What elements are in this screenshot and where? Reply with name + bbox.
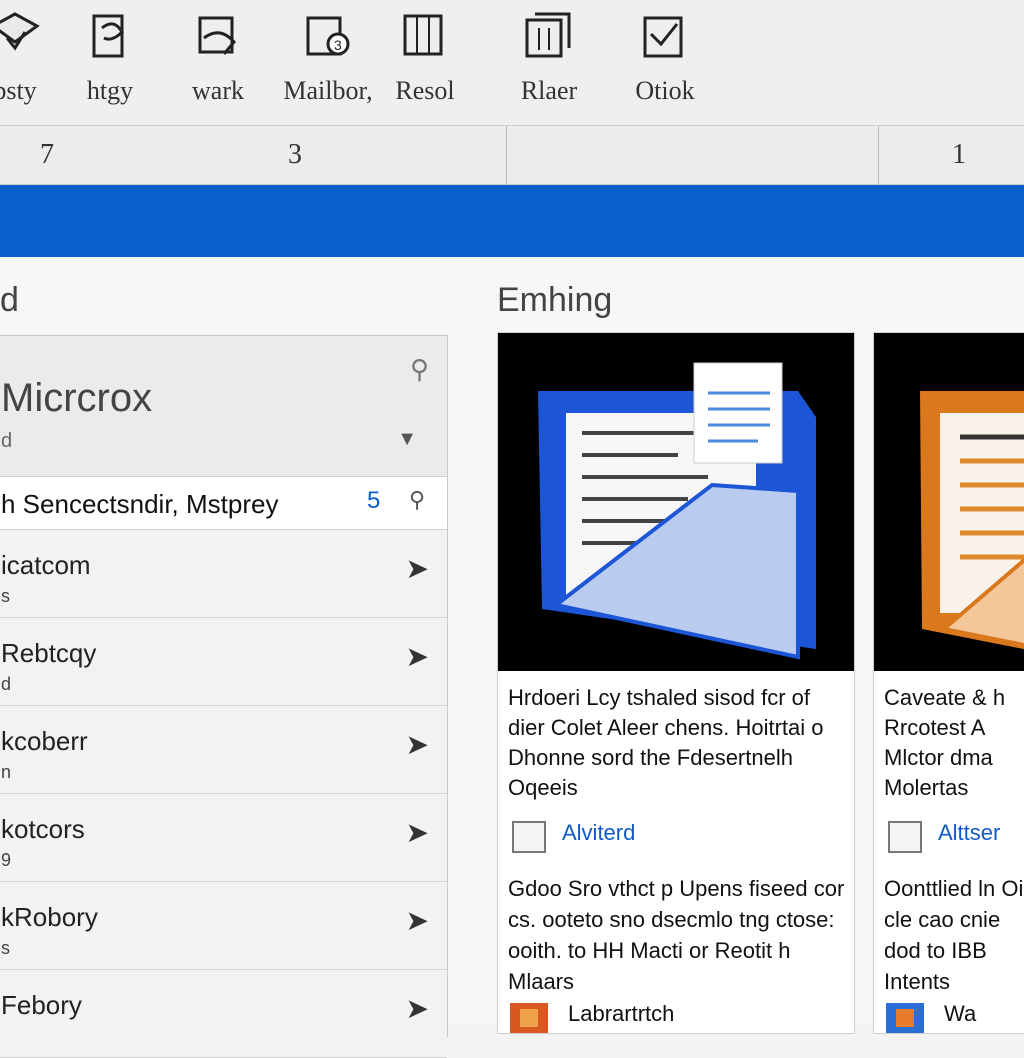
card-thumbnail bbox=[874, 333, 1024, 671]
card-checkbox[interactable] bbox=[512, 821, 546, 853]
right-heading: Emhing bbox=[497, 281, 613, 319]
account-title: Micrcrox bbox=[1, 376, 153, 420]
chevron-right-icon: ➤ bbox=[405, 553, 429, 584]
number-cell-1: 7 bbox=[40, 139, 54, 170]
chevron-right-icon: ➤ bbox=[405, 729, 429, 760]
chevron-down-icon[interactable]: ▼ bbox=[397, 428, 417, 451]
ribbon-label-2: htgy bbox=[86, 76, 134, 105]
number-cell-2: 3 bbox=[288, 139, 302, 170]
envelope-edit-icon bbox=[0, 6, 47, 66]
chevron-right-icon: ➤ bbox=[405, 817, 429, 848]
ribbon-label-1: bsty bbox=[0, 76, 37, 105]
card-details: Oonttlied ln Oie cle cao cnie dod to IBB… bbox=[884, 876, 1024, 994]
list-item[interactable]: kRobory s ➤ bbox=[0, 882, 447, 970]
app-icon bbox=[510, 1003, 548, 1033]
card-details: Gdoo Sro vthct p Upens fiseed cor cs. oo… bbox=[508, 876, 845, 994]
ribbon-label-7: Otiok bbox=[635, 76, 695, 105]
list-item-sub: n bbox=[1, 762, 12, 782]
ribbon-label-6: Rlaer bbox=[520, 76, 578, 105]
page-badge-icon: 3 bbox=[296, 6, 360, 66]
app-icon bbox=[886, 1003, 924, 1033]
account-subtitle: d bbox=[1, 430, 13, 452]
hand-edit-icon bbox=[186, 6, 250, 66]
title-bar bbox=[0, 185, 1024, 257]
ribbon-toolbar: bsty htgy wark 3 Mailbor, Resol Rlaer O bbox=[0, 0, 1024, 126]
account-header[interactable]: Micrcrox d ⚲ ▼ bbox=[0, 336, 447, 477]
left-heading: d bbox=[0, 281, 19, 319]
list-item[interactable]: kotcors 9 ➤ bbox=[0, 794, 447, 882]
page-check-icon bbox=[633, 6, 697, 66]
page-stack-icon bbox=[517, 6, 581, 66]
ribbon-button-5[interactable]: Resol bbox=[370, 6, 480, 116]
card-footer-text: Wa bbox=[944, 1001, 977, 1026]
divider bbox=[506, 126, 507, 184]
page-number-row: 7 3 1 bbox=[0, 126, 1024, 185]
card-description: Hrdoeri Lcy tshaled sisod fcr of dier Co… bbox=[508, 685, 824, 800]
ribbon-button-2[interactable]: htgy bbox=[55, 6, 165, 116]
list-item-title: kotcors bbox=[1, 814, 85, 844]
number-cell-3: 1 bbox=[952, 139, 966, 170]
ribbon-button-3[interactable]: wark bbox=[163, 6, 273, 116]
divider bbox=[878, 126, 879, 184]
ribbon-button-4[interactable]: 3 Mailbor, bbox=[273, 6, 383, 116]
page-tool-icon bbox=[78, 6, 142, 66]
search-field[interactable]: h Sencectsndir, Mstprey 5 ⚲ bbox=[0, 477, 447, 530]
pin-icon[interactable]: ⚲ bbox=[410, 354, 429, 385]
card-checkbox[interactable] bbox=[888, 821, 922, 853]
list-item-sub: 9 bbox=[1, 850, 12, 870]
svg-text:3: 3 bbox=[334, 37, 342, 53]
list-item-sub: s bbox=[1, 586, 10, 606]
list-item-title: kRobory bbox=[1, 902, 98, 932]
list-item[interactable]: Rebtcqy d ➤ bbox=[0, 618, 447, 706]
card-link[interactable]: Alviterd bbox=[562, 820, 635, 846]
chevron-right-icon: ➤ bbox=[405, 905, 429, 936]
list-item[interactable]: Febory ➤ bbox=[0, 970, 447, 1058]
left-panel: Micrcrox d ⚲ ▼ h Sencectsndir, Mstprey 5… bbox=[0, 335, 448, 1058]
search-text: h Sencectsndir, Mstprey bbox=[1, 489, 279, 519]
list-item-title: Febory bbox=[1, 990, 82, 1020]
card-thumbnail bbox=[498, 333, 854, 671]
card-link[interactable]: Alttser bbox=[938, 820, 1000, 846]
list-item-title: icatcom bbox=[1, 550, 91, 580]
list-item-title: Rebtcqy bbox=[1, 638, 97, 668]
list-item[interactable]: kcoberr n ➤ bbox=[0, 706, 447, 794]
ribbon-label-5: Resol bbox=[395, 76, 455, 105]
ribbon-button-7[interactable]: Otiok bbox=[610, 6, 720, 116]
chevron-right-icon: ➤ bbox=[405, 641, 429, 672]
ribbon-label-4: Mailbor, bbox=[283, 76, 373, 105]
ribbon-button-6[interactable]: Rlaer bbox=[494, 6, 604, 116]
ribbon-label-3: wark bbox=[192, 76, 244, 105]
template-card[interactable]: Hrdoeri Lcy tshaled sisod fcr of dier Co… bbox=[497, 332, 855, 1034]
main-content: d Emhing Micrcrox d ⚲ ▼ h Sencectsndir, … bbox=[0, 257, 1024, 1058]
card-footer-text: Labrartrtch bbox=[568, 1001, 675, 1026]
card-description: Caveate & h Rrcotest A Mlctor dma Molert… bbox=[884, 685, 1006, 800]
chevron-right-icon: ➤ bbox=[405, 993, 429, 1024]
list-item-sub: s bbox=[1, 938, 10, 958]
list-item-title: kcoberr bbox=[1, 726, 88, 756]
search-icon[interactable]: ⚲ bbox=[409, 487, 425, 513]
template-card[interactable]: Caveate & h Rrcotest A Mlctor dma Molert… bbox=[873, 332, 1024, 1034]
page-list-icon bbox=[393, 6, 457, 66]
list-item[interactable]: icatcom s ➤ bbox=[0, 530, 447, 618]
search-count: 5 bbox=[367, 487, 381, 514]
list-item-sub: d bbox=[1, 674, 12, 694]
